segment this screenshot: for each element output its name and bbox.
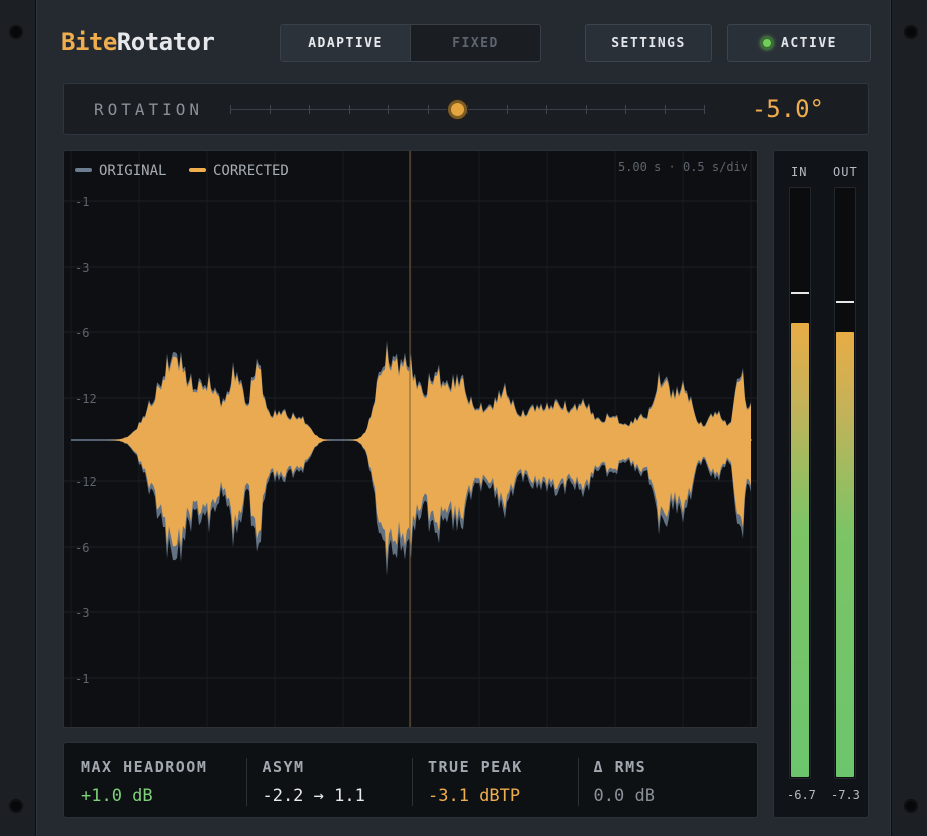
slider-tick <box>348 105 350 114</box>
stat-max-headroom: MAX HEADROOM +1.0 dB <box>64 743 245 817</box>
stat-label: TRUE PEAK <box>428 758 523 776</box>
slider-tick <box>704 105 705 114</box>
rack-ear-right <box>891 0 927 836</box>
corrected-waveform <box>71 345 751 561</box>
meter-out-track <box>834 187 856 779</box>
mode-adaptive-button[interactable]: ADAPTIVE <box>281 25 411 61</box>
slider-tick <box>269 105 271 114</box>
y-axis-label: -6 <box>75 541 89 555</box>
y-axis-label: -3 <box>75 261 89 275</box>
y-axis-label: -1 <box>75 672 89 686</box>
slider-tick <box>309 105 310 114</box>
settings-button[interactable]: SETTINGS <box>585 24 712 62</box>
status-led-icon <box>761 37 774 49</box>
y-axis-label: -3 <box>75 606 89 620</box>
meter-out-reading: -7.3 <box>831 788 860 802</box>
screw-icon <box>9 799 23 813</box>
rotation-slider-handle[interactable] <box>447 100 467 119</box>
slider-tick <box>664 105 666 114</box>
rotation-label: ROTATION <box>94 100 204 119</box>
slider-tick <box>585 105 587 114</box>
legend-original-label: ORIGINAL <box>99 163 166 179</box>
legend-corrected-label: CORRECTED <box>213 163 289 179</box>
stat-label: MAX HEADROOM <box>81 758 208 776</box>
legend-corrected-swatch <box>189 168 206 172</box>
mode-fixed-button[interactable]: FIXED <box>411 25 540 61</box>
meter-in-fill <box>791 322 809 777</box>
screw-icon <box>9 25 23 39</box>
legend-original-swatch <box>75 168 92 172</box>
y-axis-label: -12 <box>75 475 97 489</box>
stat-asym: ASYM -2.2 → 1.1 <box>245 743 411 817</box>
rotation-value: -5.0° <box>751 95 824 123</box>
stat-value: +1.0 dB <box>81 786 153 806</box>
slider-tick <box>467 105 468 114</box>
plugin-panel: BiteRotator ADAPTIVE FIXED SETTINGS ACTI… <box>36 0 891 836</box>
y-axis-label: -6 <box>75 326 89 340</box>
slider-tick <box>625 105 626 114</box>
meter-out-fill <box>836 331 854 777</box>
meter-out-label: OUT <box>833 165 858 179</box>
level-meters: IN OUT -6.7 -7.3 <box>773 150 869 818</box>
meter-in-reading: -6.7 <box>787 788 816 802</box>
brand-logo: BiteRotator <box>61 28 215 56</box>
meter-in-track <box>789 187 811 779</box>
stat-true-peak: TRUE PEAK -3.1 dBTP <box>411 743 577 817</box>
stat-label: Δ RMS <box>593 758 647 776</box>
stat-value: -2.2 → 1.1 <box>262 786 365 806</box>
active-label: ACTIVE <box>781 35 837 51</box>
screw-icon <box>904 25 918 39</box>
meter-out-peak-marker <box>836 301 854 304</box>
mode-selector: ADAPTIVE FIXED <box>280 24 541 62</box>
slider-tick <box>388 105 389 114</box>
brand-part-b: Rotator <box>116 28 215 56</box>
y-axis-label: -1 <box>75 195 89 209</box>
brand-part-a: Bite <box>61 28 117 56</box>
rotation-control: ROTATION -5.0° <box>63 83 869 135</box>
meter-in-peak-marker <box>791 292 809 295</box>
stat-label: ASYM <box>262 758 305 776</box>
waveform-graph: -1 -3 -6 -12 -12 -6 -3 -1 ORIGINAL CORRECTED 5.… <box>64 151 757 727</box>
waveform-scope: -1 -3 -6 -12 -12 -6 -3 -1 ORIGINAL CORRECTED 5.… <box>63 150 758 728</box>
timebase-readout: 5.00 s · 0.5 s/div <box>618 160 748 174</box>
stat-value: 0.0 dB <box>593 786 655 806</box>
rack-ear-left <box>0 0 36 836</box>
stats-bar: MAX HEADROOM +1.0 dB ASYM -2.2 → 1.1 TRU… <box>63 742 758 818</box>
meter-in-label: IN <box>791 165 808 179</box>
stat-delta-rms: Δ RMS 0.0 dB <box>577 743 757 817</box>
slider-tick <box>506 105 508 114</box>
active-toggle-button[interactable]: ACTIVE <box>727 24 871 62</box>
screw-icon <box>904 799 918 813</box>
y-axis-label: -12 <box>75 392 97 406</box>
slider-tick <box>230 105 231 114</box>
slider-tick <box>427 105 429 114</box>
stat-value: -3.1 dBTP <box>428 786 521 806</box>
slider-tick <box>546 105 547 114</box>
